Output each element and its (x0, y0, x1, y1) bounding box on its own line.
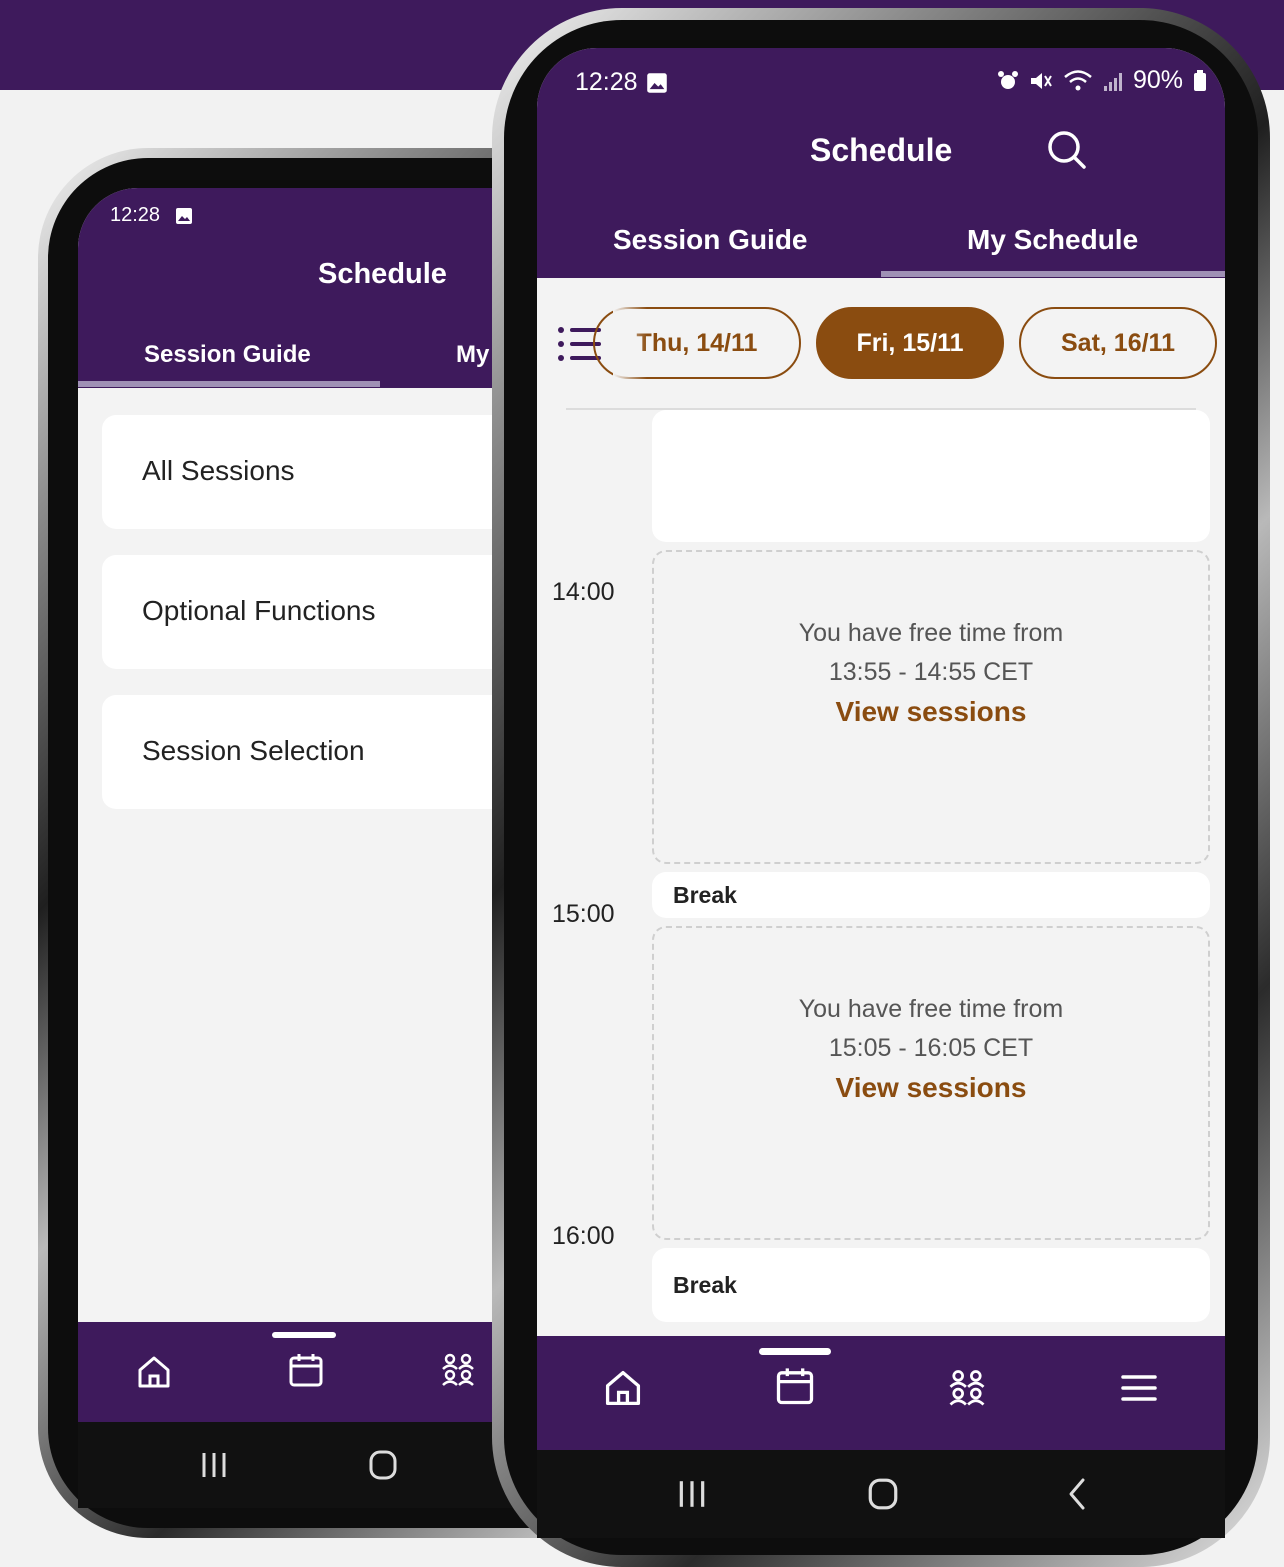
scroll-fade (613, 303, 647, 383)
gallery-icon (647, 73, 667, 93)
free-time-block: You have free time from 15:05 - 16:05 CE… (652, 926, 1210, 1240)
back-icon[interactable] (1065, 1476, 1089, 1512)
page-title: Schedule (318, 258, 447, 290)
tab-my-schedule[interactable]: My (456, 341, 489, 369)
search-icon[interactable] (1045, 128, 1089, 172)
gallery-icon (176, 208, 192, 224)
battery-percent: 90% (1133, 66, 1184, 94)
calendar-icon[interactable] (286, 1350, 326, 1390)
home-icon[interactable] (601, 1366, 645, 1410)
active-tab-indicator (881, 271, 1225, 277)
date-pill-sat[interactable]: Sat, 16/11 (1019, 307, 1217, 379)
mute-icon (1031, 72, 1052, 89)
people-icon[interactable] (438, 1350, 478, 1390)
status-icons: 90% (997, 66, 1207, 95)
session-card[interactable] (652, 410, 1210, 542)
break-label: Break (673, 882, 737, 908)
home-icon[interactable] (134, 1352, 174, 1392)
tab-session-guide[interactable]: Session Guide (144, 341, 311, 369)
menu-item-label: All Sessions (142, 455, 295, 486)
people-icon[interactable] (945, 1366, 989, 1410)
date-pill-fri[interactable]: Fri, 15/11 (816, 307, 1004, 379)
recent-apps-icon[interactable] (677, 1478, 707, 1510)
status-time: 12:28 (110, 204, 161, 226)
break-label: Break (673, 1272, 737, 1298)
calendar-icon[interactable] (773, 1364, 817, 1408)
status-time: 12:28 (575, 68, 638, 96)
signal-icon (1104, 72, 1122, 91)
tab-session-guide[interactable]: Session Guide (613, 224, 808, 256)
home-button-icon[interactable] (867, 1477, 899, 1511)
time-label-1600: 16:00 (552, 1222, 615, 1250)
break-card[interactable]: Break (652, 1248, 1210, 1322)
menu-icon[interactable] (1119, 1368, 1159, 1408)
front-phone-screen: 12:28 90% Schedule Session Guide My Sche… (537, 48, 1225, 1538)
app-header: 12:28 90% Schedule Session Guide My Sche… (537, 48, 1225, 278)
wifi-icon (1064, 69, 1092, 90)
time-label-1400: 14:00 (552, 578, 615, 606)
free-time-range: 13:55 - 14:55 CET (828, 658, 1034, 686)
recent-apps-icon[interactable] (200, 1450, 228, 1480)
active-nav-indicator (759, 1348, 831, 1355)
alarm-icon (998, 70, 1018, 89)
page-title: Schedule (810, 132, 953, 168)
system-nav-bar (537, 1450, 1225, 1538)
free-time-block: You have free time from 13:55 - 14:55 CE… (652, 550, 1210, 864)
view-sessions-link[interactable]: View sessions (654, 696, 1208, 728)
menu-item-label: Session Selection (142, 735, 365, 766)
break-card[interactable]: Break (652, 872, 1210, 918)
free-time-range: 15:05 - 16:05 CET (828, 1034, 1034, 1062)
bottom-nav (537, 1336, 1225, 1450)
tab-my-schedule[interactable]: My Schedule (967, 224, 1138, 256)
battery-icon (1194, 69, 1207, 91)
time-label-1500: 15:00 (552, 900, 615, 928)
free-time-text: You have free time from (798, 619, 1064, 647)
home-button-icon[interactable] (368, 1449, 398, 1481)
menu-item-label: Optional Functions (142, 595, 376, 626)
active-tab-indicator (78, 381, 380, 387)
view-sessions-link[interactable]: View sessions (654, 1072, 1208, 1104)
free-time-text: You have free time from (798, 995, 1064, 1023)
active-nav-indicator (272, 1332, 336, 1338)
